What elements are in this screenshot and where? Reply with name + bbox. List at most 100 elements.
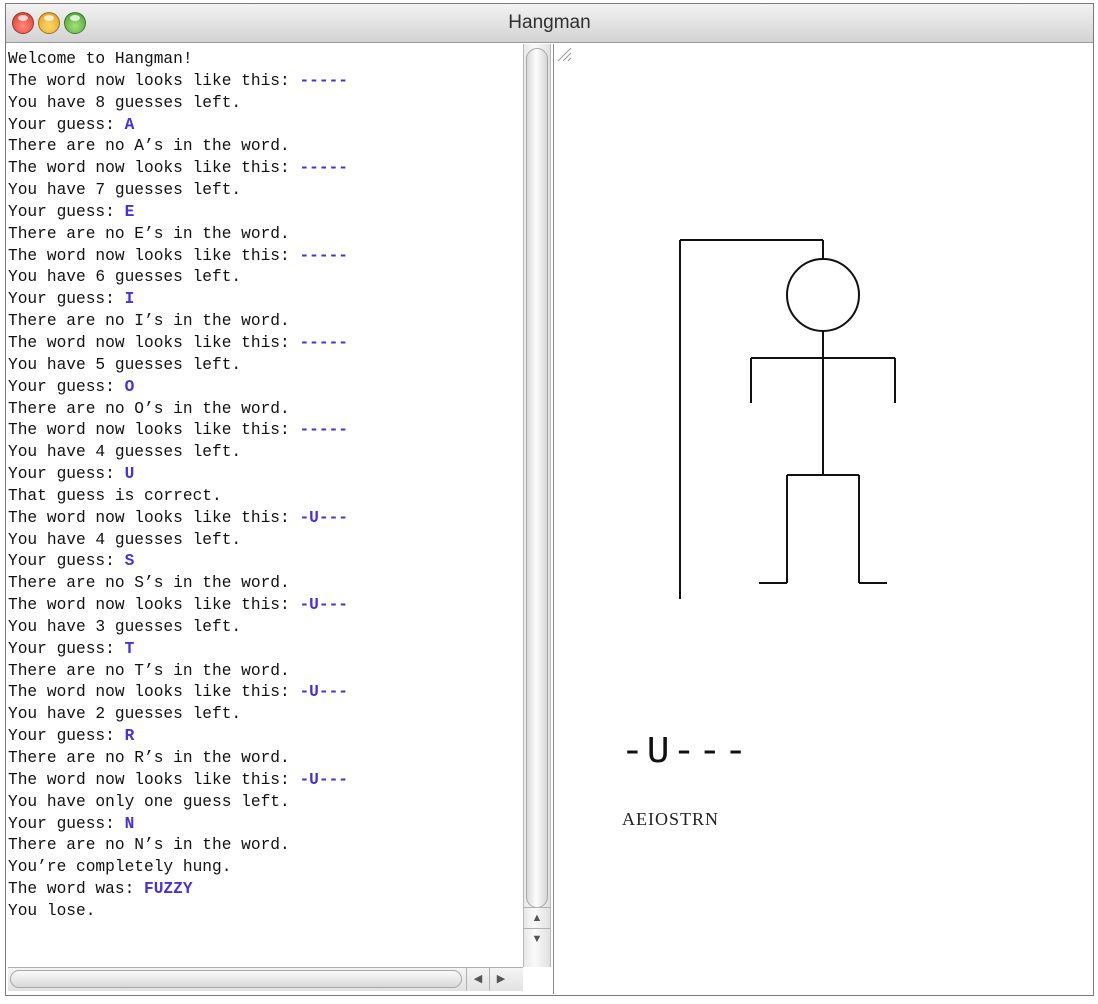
user-input-text: O bbox=[124, 377, 135, 396]
console-line: You have 6 guesses left. bbox=[8, 267, 518, 289]
output-text: You have 5 guesses left. bbox=[8, 355, 242, 374]
console-line: You lose. bbox=[8, 901, 518, 923]
console-line: You have 4 guesses left. bbox=[8, 530, 518, 552]
console-line: The word now looks like this: ----- bbox=[8, 71, 518, 93]
user-input-text: ----- bbox=[299, 333, 349, 352]
output-text: Your guess: bbox=[8, 202, 125, 221]
down-arrow-icon[interactable]: ▼ bbox=[524, 928, 550, 949]
console-line: Your guess: A bbox=[8, 115, 518, 137]
console-line: There are no S’s in the word. bbox=[8, 573, 518, 595]
console-line: Your guess: T bbox=[8, 639, 518, 661]
console-line: You have 5 guesses left. bbox=[8, 355, 518, 377]
user-input-text: A bbox=[124, 115, 135, 134]
console-line: You have 7 guesses left. bbox=[8, 180, 518, 202]
user-input-text: N bbox=[124, 814, 135, 833]
partial-word-display: -U--- bbox=[621, 731, 751, 774]
console-line: There are no R’s in the word. bbox=[8, 748, 518, 770]
console-line: Your guess: N bbox=[8, 814, 518, 836]
user-input-text: ----- bbox=[299, 246, 349, 265]
console-line: There are no A’s in the word. bbox=[8, 136, 518, 158]
output-text: You have 7 guesses left. bbox=[8, 181, 242, 200]
hangman-drawing bbox=[679, 239, 896, 599]
console-output[interactable]: Welcome to Hangman! The word now looks li… bbox=[8, 49, 518, 967]
console-line: You’re completely hung. bbox=[8, 857, 518, 879]
user-input-text: S bbox=[124, 552, 135, 571]
output-text: There are no O’s in the word. bbox=[8, 399, 290, 418]
output-text: The word was: bbox=[8, 880, 144, 899]
output-text: Your guess: bbox=[8, 115, 125, 134]
console-line: The word now looks like this: -U--- bbox=[8, 508, 518, 530]
console-line: There are no N’s in the word. bbox=[8, 835, 518, 857]
console-line: The word now looks like this: ----- bbox=[8, 246, 518, 268]
incorrect-guesses-display: AEIOSTRN bbox=[622, 809, 719, 829]
console-line: The word now looks like this: ----- bbox=[8, 420, 518, 442]
console-line: You have only one guess left. bbox=[8, 792, 518, 814]
vertical-scrollbar[interactable]: ▲ ▼ bbox=[523, 44, 551, 967]
left-arrow-icon[interactable]: ◀ bbox=[466, 968, 489, 990]
right-arrow-icon[interactable]: ▶ bbox=[489, 968, 512, 990]
title-bar[interactable]: Hangman bbox=[6, 4, 1093, 43]
resize-grip-icon[interactable] bbox=[554, 44, 572, 62]
console-line: That guess is correct. bbox=[8, 486, 518, 508]
graphics-canvas: -U--- AEIOSTRN bbox=[554, 44, 1091, 994]
vertical-scroll-thumb[interactable] bbox=[526, 48, 548, 908]
output-text: The word now looks like this: bbox=[8, 508, 300, 527]
console-line: Your guess: I bbox=[8, 289, 518, 311]
horizontal-scrollbar[interactable]: ◀ ▶ bbox=[8, 967, 523, 991]
console-line: The word now looks like this: -U--- bbox=[8, 595, 518, 617]
output-text: There are no E’s in the word. bbox=[8, 224, 290, 243]
user-input-text: -U--- bbox=[299, 683, 349, 702]
console-line: The word was: FUZZY bbox=[8, 879, 518, 901]
output-text: You lose. bbox=[8, 901, 96, 920]
output-text: There are no R’s in the word. bbox=[8, 749, 290, 767]
console-line: The word now looks like this: ----- bbox=[8, 158, 518, 180]
output-text: That guess is correct. bbox=[8, 486, 222, 505]
output-text: You have only one guess left. bbox=[8, 792, 290, 811]
console-line: The word now looks like this: ----- bbox=[8, 333, 518, 355]
up-arrow-icon[interactable]: ▲ bbox=[524, 907, 550, 928]
output-text: Your guess: bbox=[8, 814, 125, 833]
console-line: Your guess: R bbox=[8, 726, 518, 748]
output-text: There are no T’s in the word. bbox=[8, 661, 290, 680]
console-line: Your guess: O bbox=[8, 377, 518, 399]
user-input-text: FUZZY bbox=[144, 880, 193, 899]
output-text: There are no N’s in the word. bbox=[8, 836, 290, 855]
user-input-text: U bbox=[124, 465, 135, 484]
output-text: You have 4 guesses left. bbox=[8, 443, 242, 462]
output-text: The word now looks like this: bbox=[8, 71, 300, 90]
output-text: The word now looks like this: bbox=[8, 421, 300, 440]
output-text: The word now looks like this: bbox=[8, 333, 300, 352]
user-input-text: ----- bbox=[299, 71, 349, 90]
output-text: You have 3 guesses left. bbox=[8, 617, 242, 636]
output-text: Your guess: bbox=[8, 552, 125, 571]
output-text: You have 8 guesses left. bbox=[8, 93, 242, 112]
horizontal-scroll-thumb[interactable] bbox=[10, 970, 462, 988]
output-text: Welcome to Hangman! bbox=[8, 50, 193, 68]
console-line: You have 4 guesses left. bbox=[8, 442, 518, 464]
user-input-text: -U--- bbox=[299, 770, 349, 789]
output-text: You have 6 guesses left. bbox=[8, 268, 242, 287]
user-input-text: -U--- bbox=[299, 508, 349, 527]
console-line: You have 2 guesses left. bbox=[8, 704, 518, 726]
user-input-text: ----- bbox=[299, 159, 349, 178]
output-text: You’re completely hung. bbox=[8, 858, 232, 877]
hangman-window: Hangman Welcome to Hangman! The word now … bbox=[5, 3, 1094, 996]
output-text: Your guess: bbox=[8, 639, 125, 658]
output-text: The word now looks like this: bbox=[8, 596, 300, 615]
output-text: You have 4 guesses left. bbox=[8, 530, 242, 549]
output-text: The word now looks like this: bbox=[8, 683, 300, 702]
output-text: The word now looks like this: bbox=[8, 246, 300, 265]
output-text: Your guess: bbox=[8, 377, 125, 396]
output-text: The word now looks like this: bbox=[8, 159, 300, 178]
console-line: There are no O’s in the word. bbox=[8, 399, 518, 421]
output-text: Your guess: bbox=[8, 465, 125, 484]
console-line: Your guess: U bbox=[8, 464, 518, 486]
user-input-text: ----- bbox=[299, 421, 349, 440]
output-text: The word now looks like this: bbox=[8, 770, 300, 789]
console-line: You have 8 guesses left. bbox=[8, 93, 518, 115]
user-input-text: -U--- bbox=[299, 596, 349, 615]
user-input-text: I bbox=[124, 290, 135, 309]
console-line: Welcome to Hangman! bbox=[8, 49, 518, 71]
console-line: There are no I’s in the word. bbox=[8, 311, 518, 333]
window-title: Hangman bbox=[508, 12, 591, 33]
